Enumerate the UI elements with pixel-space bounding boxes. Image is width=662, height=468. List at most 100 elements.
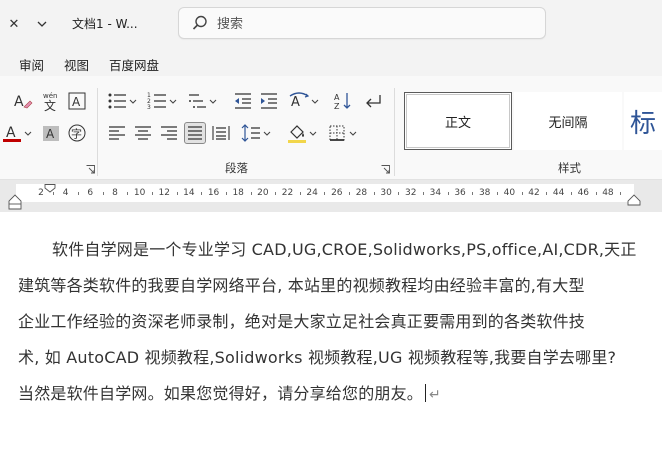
multilevel-list-dropdown-icon[interactable] xyxy=(209,98,217,106)
phonetic-guide-button[interactable]: wén 文 xyxy=(40,90,62,112)
multilevel-list-button[interactable] xyxy=(186,90,208,112)
chinese-layout-button[interactable]: A xyxy=(288,90,310,112)
ruler-tick xyxy=(77,192,79,195)
shading-button[interactable] xyxy=(286,122,308,144)
sort-button[interactable]: A Z xyxy=(332,90,354,112)
svg-text:A: A xyxy=(6,125,16,141)
borders-dropdown-icon[interactable] xyxy=(349,130,357,138)
justify-button[interactable] xyxy=(184,122,206,144)
enclose-characters-button[interactable]: 字 xyxy=(66,122,88,144)
line-spacing-button[interactable] xyxy=(240,122,262,144)
ruler-tick xyxy=(423,192,425,195)
ruler-tick xyxy=(275,192,277,195)
ruler-tick xyxy=(546,192,548,195)
svg-text:Z: Z xyxy=(334,102,340,111)
ruler-tick xyxy=(447,192,449,195)
close-icon[interactable]: ✕ xyxy=(4,14,24,34)
right-indent-marker-icon[interactable] xyxy=(627,194,641,206)
ruler-number: 46 xyxy=(577,188,590,198)
style-heading[interactable]: 标 xyxy=(624,92,662,150)
font-dialog-launcher-icon[interactable] xyxy=(86,165,95,174)
ruler-number: 32 xyxy=(405,188,417,198)
chinese-layout-icon: A xyxy=(289,92,310,110)
chinese-layout-dropdown-icon[interactable] xyxy=(311,98,319,106)
align-center-button[interactable] xyxy=(132,122,154,144)
style-no-spacing[interactable]: 无间隔 xyxy=(514,92,622,150)
numbering-button[interactable]: 1 2 3 xyxy=(146,90,168,112)
enclose-characters-icon: 字 xyxy=(68,124,86,142)
ruler-tick xyxy=(472,192,474,195)
align-right-button[interactable] xyxy=(158,122,180,144)
line-spacing-dropdown-icon[interactable] xyxy=(263,130,271,138)
ruler-number: 4 xyxy=(62,188,69,198)
distributed-button[interactable] xyxy=(210,122,232,144)
ruler-tick xyxy=(176,192,178,195)
paragraph-dialog-launcher-icon[interactable] xyxy=(381,165,390,174)
paragraph-group-label: 段落 xyxy=(225,161,248,175)
ribbon: A wén 文 A A A 字 1 2 3 A A Z 段落 正文 无间隔 标 … xyxy=(0,76,662,180)
ruler-tick xyxy=(324,192,326,195)
search-box[interactable] xyxy=(178,7,546,39)
shading-dropdown-icon[interactable] xyxy=(309,130,317,138)
align-left-button[interactable] xyxy=(106,122,128,144)
paragraph-line: 术, 如 AutoCAD 视频教程,Solidworks 视频教程,UG 视频教… xyxy=(18,348,617,367)
line-spacing-icon xyxy=(241,124,260,142)
ruler-tick xyxy=(201,192,203,195)
group-separator xyxy=(97,88,98,176)
bullets-dropdown-icon[interactable] xyxy=(129,98,137,106)
left-indent-marker-icon[interactable] xyxy=(8,194,22,210)
ruler-number: 36 xyxy=(454,188,466,198)
paint-bucket-icon xyxy=(288,125,306,143)
ruler-tick xyxy=(398,192,400,195)
align-left-icon xyxy=(109,126,125,140)
ruler-tick xyxy=(620,192,622,195)
ruler-number: 8 xyxy=(112,188,118,198)
ruler-number: 22 xyxy=(281,188,294,198)
ruler-number: 16 xyxy=(207,188,220,198)
borders-icon xyxy=(329,125,345,141)
ruler-number: 12 xyxy=(158,188,170,198)
ruler-tick xyxy=(127,192,129,195)
ruler-number: 26 xyxy=(331,188,343,198)
character-border-button[interactable]: A xyxy=(66,90,88,112)
decrease-indent-button[interactable] xyxy=(232,90,254,112)
character-shading-button[interactable]: A xyxy=(40,122,62,144)
numbering-dropdown-icon[interactable] xyxy=(169,98,177,106)
document-paragraph[interactable]: 软件自学网是一个专业学习 CAD,UG,CROE,Solidworks,PS,o… xyxy=(18,232,638,413)
ruler-number: 6 xyxy=(87,188,94,198)
document-page[interactable]: 软件自学网是一个专业学习 CAD,UG,CROE,Solidworks,PS,o… xyxy=(0,212,662,468)
menu-review[interactable]: 审阅 xyxy=(19,55,44,74)
style-normal[interactable]: 正文 xyxy=(404,92,512,150)
search-input[interactable] xyxy=(217,14,517,34)
menu-baidu-netdisk[interactable]: 百度网盘 xyxy=(109,55,159,74)
ruler-number: 18 xyxy=(232,188,244,198)
decrease-indent-icon xyxy=(235,93,251,109)
svg-text:A: A xyxy=(14,94,24,110)
ruler-number: 44 xyxy=(552,188,565,198)
horizontal-ruler[interactable]: 2 4 6 8 10 12 14 16 18 20 22 24 26 28 30 32 34 36 38 40 42 44… xyxy=(16,184,634,202)
ruler-area: 2 4 6 8 10 12 14 16 18 20 22 24 26 28 30 32 34 36 38 40 42 44… xyxy=(0,180,662,212)
ruler-tick xyxy=(102,192,104,195)
ruler-number: 2 xyxy=(38,188,44,198)
quick-access-dropdown-icon[interactable] xyxy=(32,14,52,34)
ruler-number: 38 xyxy=(478,188,491,198)
font-color-button[interactable]: A xyxy=(2,122,24,144)
ruler-tick xyxy=(521,192,523,195)
show-hide-marks-button[interactable] xyxy=(362,90,384,112)
increase-indent-button[interactable] xyxy=(258,90,280,112)
ruler-tick xyxy=(349,192,351,195)
svg-text:字: 字 xyxy=(71,127,82,141)
clear-formatting-button[interactable]: A xyxy=(12,90,34,112)
phonetic-guide-icon: wén 文 xyxy=(43,92,57,112)
menu-view[interactable]: 视图 xyxy=(64,55,89,74)
font-color-dropdown-icon[interactable] xyxy=(24,130,32,138)
ruler-tick xyxy=(373,192,375,195)
svg-text:文: 文 xyxy=(44,98,56,112)
ruler-number: 10 xyxy=(133,188,146,198)
bullets-button[interactable] xyxy=(106,90,128,112)
borders-button[interactable] xyxy=(326,122,348,144)
ruler-number: 48 xyxy=(602,188,614,198)
paragraph-mark-icon: ↵ xyxy=(429,387,441,403)
styles-gallery: 正文 无间隔 标 xyxy=(402,92,662,152)
svg-text:3: 3 xyxy=(147,104,151,111)
